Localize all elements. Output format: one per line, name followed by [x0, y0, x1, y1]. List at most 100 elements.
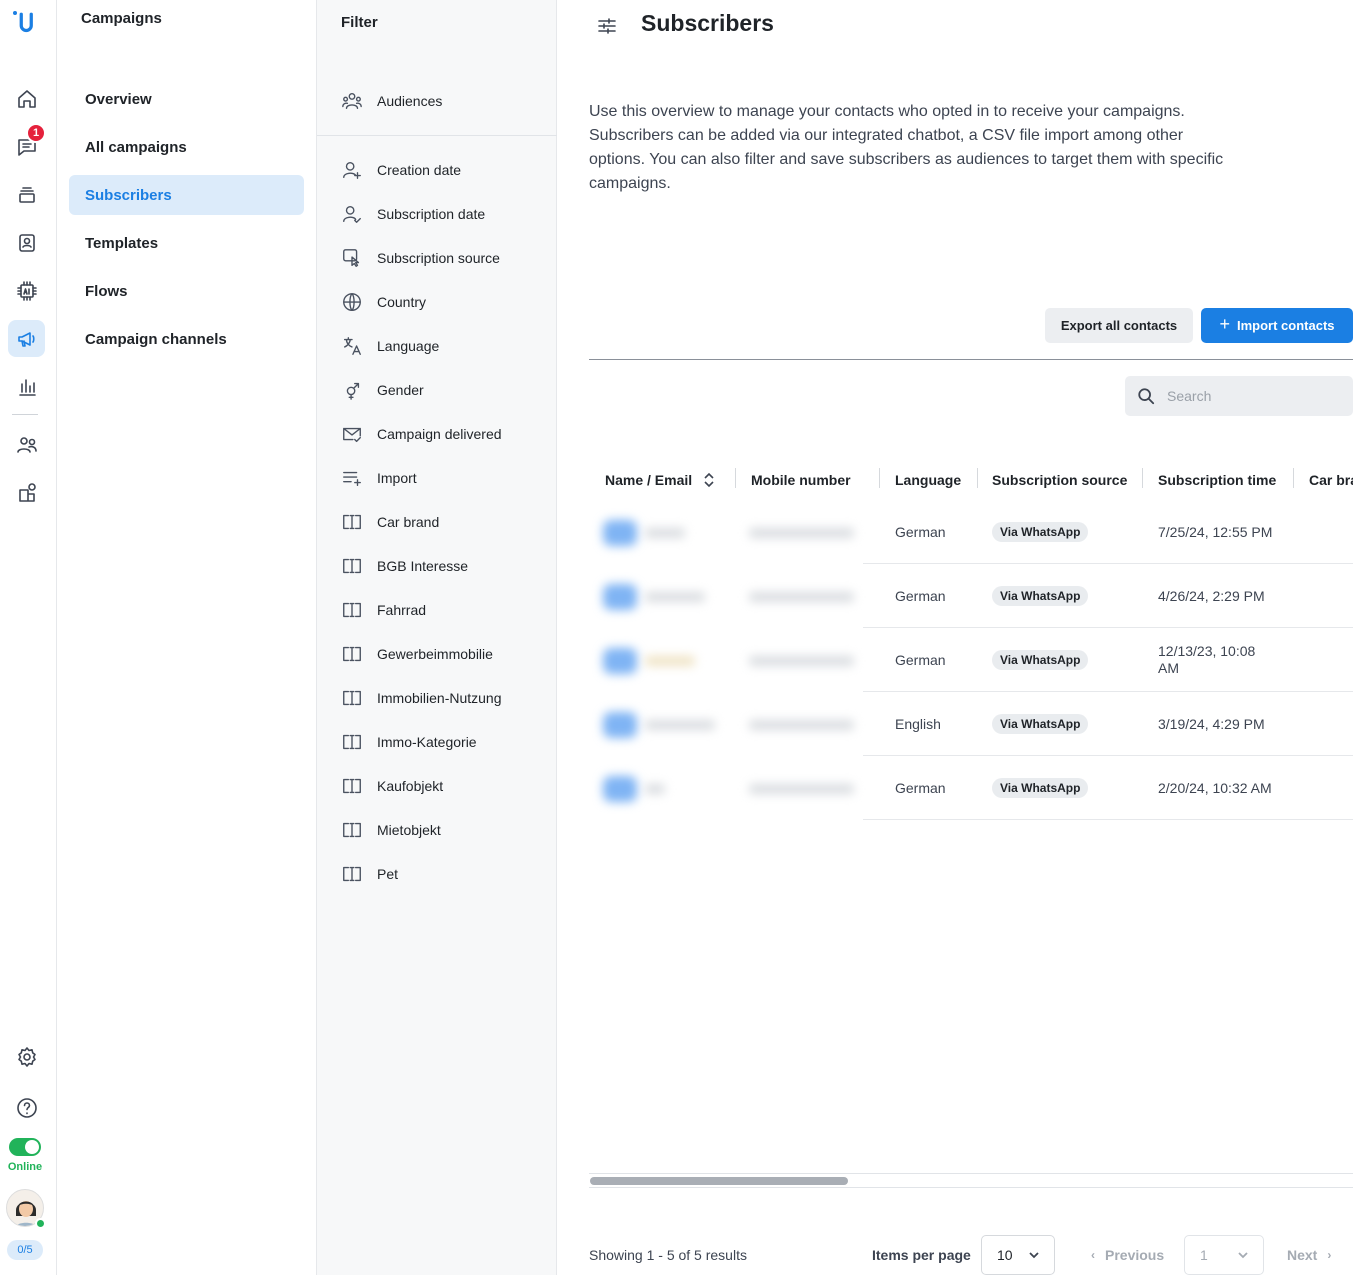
column-separator [735, 468, 736, 488]
next-label: Next [1287, 1247, 1318, 1263]
nav-item-campaign-channels[interactable]: Campaign channels [69, 319, 304, 359]
filter-item-label: Car brand [377, 514, 440, 530]
main-content: Subscribers Use this overview to manage … [557, 0, 1370, 1275]
column-header-name[interactable]: Name / Email [605, 468, 715, 492]
app-logo-icon[interactable] [6, 4, 43, 41]
next-page-button[interactable]: Next › [1287, 1247, 1331, 1263]
search-input[interactable] [1167, 388, 1337, 404]
notification-badge: 1 [26, 123, 46, 143]
section-divider [589, 359, 1353, 360]
filter-item-gender[interactable]: Gender [341, 378, 424, 402]
search-box[interactable] [1125, 376, 1353, 416]
table-row[interactable]: German Via WhatsApp 7/25/24, 12:55 PM [589, 500, 1353, 564]
avatar [603, 584, 637, 610]
home-icon[interactable] [8, 80, 45, 117]
subscribers-table: Name / Email Mobile number Language Subs… [589, 460, 1353, 821]
filter-item-subscription-date[interactable]: Subscription date [341, 202, 485, 226]
import-contacts-button[interactable]: + Import contacts [1201, 308, 1353, 343]
column-header-mobile[interactable]: Mobile number [751, 468, 851, 492]
globe-icon [343, 293, 361, 311]
filter-item-immobilien-nutzung[interactable]: Immobilien-Nutzung [341, 686, 502, 710]
column-separator [879, 468, 880, 488]
filter-item-label: Gewerbeimmobilie [377, 646, 493, 662]
scrollbar-thumb[interactable] [590, 1177, 848, 1185]
column-header-label: Name / Email [605, 472, 693, 488]
language-cell: German [895, 780, 946, 796]
column-header-car-brand[interactable]: Car bra [1309, 468, 1353, 492]
page-title: Subscribers [641, 10, 774, 36]
filter-item-bgb-interesse[interactable]: BGB Interesse [341, 554, 468, 578]
redacted-name [645, 656, 695, 666]
export-contacts-button[interactable]: Export all contacts [1045, 308, 1193, 343]
chevron-left-icon: ‹ [1091, 1248, 1095, 1262]
nav-item-overview[interactable]: Overview [69, 79, 304, 119]
previous-page-button[interactable]: ‹ Previous [1091, 1247, 1164, 1263]
integrations-icon[interactable] [8, 474, 45, 511]
filter-item-label: Creation date [377, 162, 462, 178]
chevron-down-icon [1028, 1248, 1040, 1260]
inbox-stack-icon[interactable] [8, 176, 45, 213]
column-separator [1293, 468, 1294, 488]
filter-item-car-brand[interactable]: Car brand [341, 510, 439, 534]
filter-item-language[interactable]: Language [341, 334, 439, 358]
page-select[interactable]: 1 [1184, 1235, 1264, 1275]
filter-toggle-icon[interactable] [597, 16, 617, 36]
nav-item-templates[interactable]: Templates [69, 223, 304, 263]
filter-item-fahrrad[interactable]: Fahrrad [341, 598, 426, 622]
sort-icon[interactable] [703, 472, 715, 488]
filter-item-campaign-delivered[interactable]: Campaign delivered [341, 422, 502, 446]
settings-gear-icon[interactable] [8, 1038, 45, 1075]
analytics-chart-icon[interactable] [8, 368, 45, 405]
language-cell: English [895, 716, 941, 732]
table-row[interactable]: German Via WhatsApp 12/13/23, 10:08 AM [589, 628, 1353, 692]
filter-item-import[interactable]: Import [341, 466, 417, 490]
filter-item-gewerbeimmobilie[interactable]: Gewerbeimmobilie [341, 642, 493, 666]
filter-item-country[interactable]: Country [341, 290, 426, 314]
previous-label: Previous [1105, 1247, 1165, 1263]
filter-item-label: Country [377, 294, 427, 310]
filter-item-label: Import [377, 470, 417, 486]
column-header-subscription-source[interactable]: Subscription source [992, 468, 1127, 492]
help-icon[interactable] [8, 1089, 45, 1126]
filter-title: Filter [341, 14, 378, 31]
campaigns-megaphone-icon[interactable] [8, 320, 45, 357]
redacted-mobile [749, 720, 854, 730]
custom-field-icon [343, 822, 361, 838]
custom-field-icon [343, 690, 361, 706]
filter-item-label: BGB Interesse [377, 558, 469, 574]
nav-item-all-campaigns[interactable]: All campaigns [69, 127, 304, 167]
table-row[interactable]: German Via WhatsApp 2/20/24, 10:32 AM [589, 756, 1353, 820]
rail-divider [12, 414, 38, 415]
filter-item-pet[interactable]: Pet [341, 862, 398, 886]
column-header-language[interactable]: Language [895, 468, 961, 492]
online-status-toggle[interactable] [9, 1138, 41, 1156]
row-divider [863, 819, 1353, 820]
ai-chip-icon[interactable] [8, 272, 45, 309]
filter-item-mietobjekt[interactable]: Mietobjekt [341, 818, 441, 842]
filter-item-label: Subscription date [377, 206, 486, 222]
items-per-page-select[interactable]: 10 [981, 1235, 1055, 1275]
column-header-subscription-time[interactable]: Subscription time [1158, 468, 1276, 492]
source-cell: Via WhatsApp [992, 628, 1089, 692]
filter-item-immo-kategorie[interactable]: Immo-Kategorie [341, 730, 477, 754]
nav-item-flows[interactable]: Flows [69, 271, 304, 311]
nav-item-subscribers[interactable]: Subscribers [69, 175, 304, 215]
filter-item-audiences[interactable]: Audiences [341, 89, 442, 113]
redacted-mobile [749, 528, 854, 538]
table-row[interactable]: English Via WhatsApp 3/19/24, 4:29 PM [589, 692, 1353, 756]
translate-icon [343, 337, 361, 355]
time-cell: 4/26/24, 2:29 PM [1158, 588, 1265, 604]
filter-item-label: Audiences [377, 93, 443, 109]
contacts-book-icon[interactable] [8, 224, 45, 261]
filter-item-kaufobjekt[interactable]: Kaufobjekt [341, 774, 443, 798]
filter-item-subscription-source[interactable]: Subscription source [341, 246, 500, 270]
list-add-icon [343, 471, 361, 487]
items-per-page-label: Items per page [872, 1247, 971, 1263]
filter-item-creation-date[interactable]: Creation date [341, 158, 461, 182]
team-icon[interactable] [8, 426, 45, 463]
language-cell: German [895, 524, 946, 540]
source-chip: Via WhatsApp [992, 650, 1089, 670]
user-plus-icon [343, 161, 361, 179]
redacted-name [645, 592, 705, 602]
table-row[interactable]: German Via WhatsApp 4/26/24, 2:29 PM [589, 564, 1353, 628]
